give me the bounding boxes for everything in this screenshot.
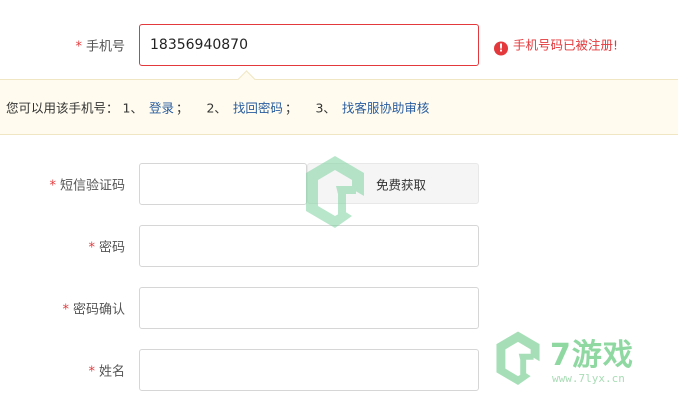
hint-item1-num: 1、	[122, 100, 143, 116]
name-label: * 姓名	[88, 364, 125, 380]
password-label: * 密码	[88, 240, 125, 256]
hint-text: 您可以用该手机号： 1、 登录； 2、 找回密码； 3、 找客服协助审核	[6, 98, 429, 117]
hint-arrow	[237, 70, 256, 89]
hint-item2-sep: ；	[284, 100, 298, 116]
password-confirm-input[interactable]	[139, 287, 479, 329]
get-sms-code-button[interactable]: 免费获取	[307, 163, 479, 204]
required-mark: *	[88, 240, 95, 256]
required-mark: *	[75, 39, 82, 55]
sms-code-label: * 短信验证码	[49, 178, 125, 194]
hint-item2-num: 2、	[206, 100, 227, 116]
password-row: * 密码	[0, 225, 678, 267]
phone-input[interactable]: 18356940870	[139, 24, 479, 66]
login-link[interactable]: 登录	[149, 101, 174, 116]
phone-input-value: 18356940870	[150, 37, 248, 53]
get-sms-code-label: 免费获取	[376, 177, 427, 192]
phone-label: * 手机号	[75, 39, 125, 55]
password-input[interactable]	[139, 225, 479, 267]
phone-error-text: 手机号码已被注册!	[513, 37, 619, 53]
name-input[interactable]	[139, 349, 479, 391]
password-confirm-label: * 密码确认	[62, 302, 125, 318]
phone-hint-panel: 您可以用该手机号： 1、 登录； 2、 找回密码； 3、 找客服协助审核	[0, 70, 678, 135]
phone-error-message: ! 手机号码已被注册!	[494, 35, 618, 56]
name-row: * 姓名	[0, 349, 678, 391]
exclamation-circle-icon: !	[494, 41, 508, 56]
required-mark: *	[49, 178, 56, 194]
sms-code-input[interactable]	[139, 163, 307, 205]
hint-item1-sep: ；	[175, 100, 189, 116]
recover-password-link[interactable]: 找回密码	[233, 101, 283, 116]
registration-form: * 手机号 18356940870 ! 手机号码已被注册! 您可以用该手机号： 1、…	[0, 0, 678, 397]
hint-prefix: 您可以用该手机号：	[6, 100, 119, 116]
required-mark: *	[88, 364, 95, 380]
hint-item3-num: 3、	[315, 100, 336, 116]
phone-row: * 手机号 18356940870 ! 手机号码已被注册!	[0, 24, 678, 66]
required-mark: *	[62, 302, 69, 318]
password-confirm-row: * 密码确认	[0, 287, 678, 329]
sms-code-row: * 短信验证码 免费获取	[0, 163, 678, 205]
contact-support-link[interactable]: 找客服协助审核	[342, 101, 430, 116]
